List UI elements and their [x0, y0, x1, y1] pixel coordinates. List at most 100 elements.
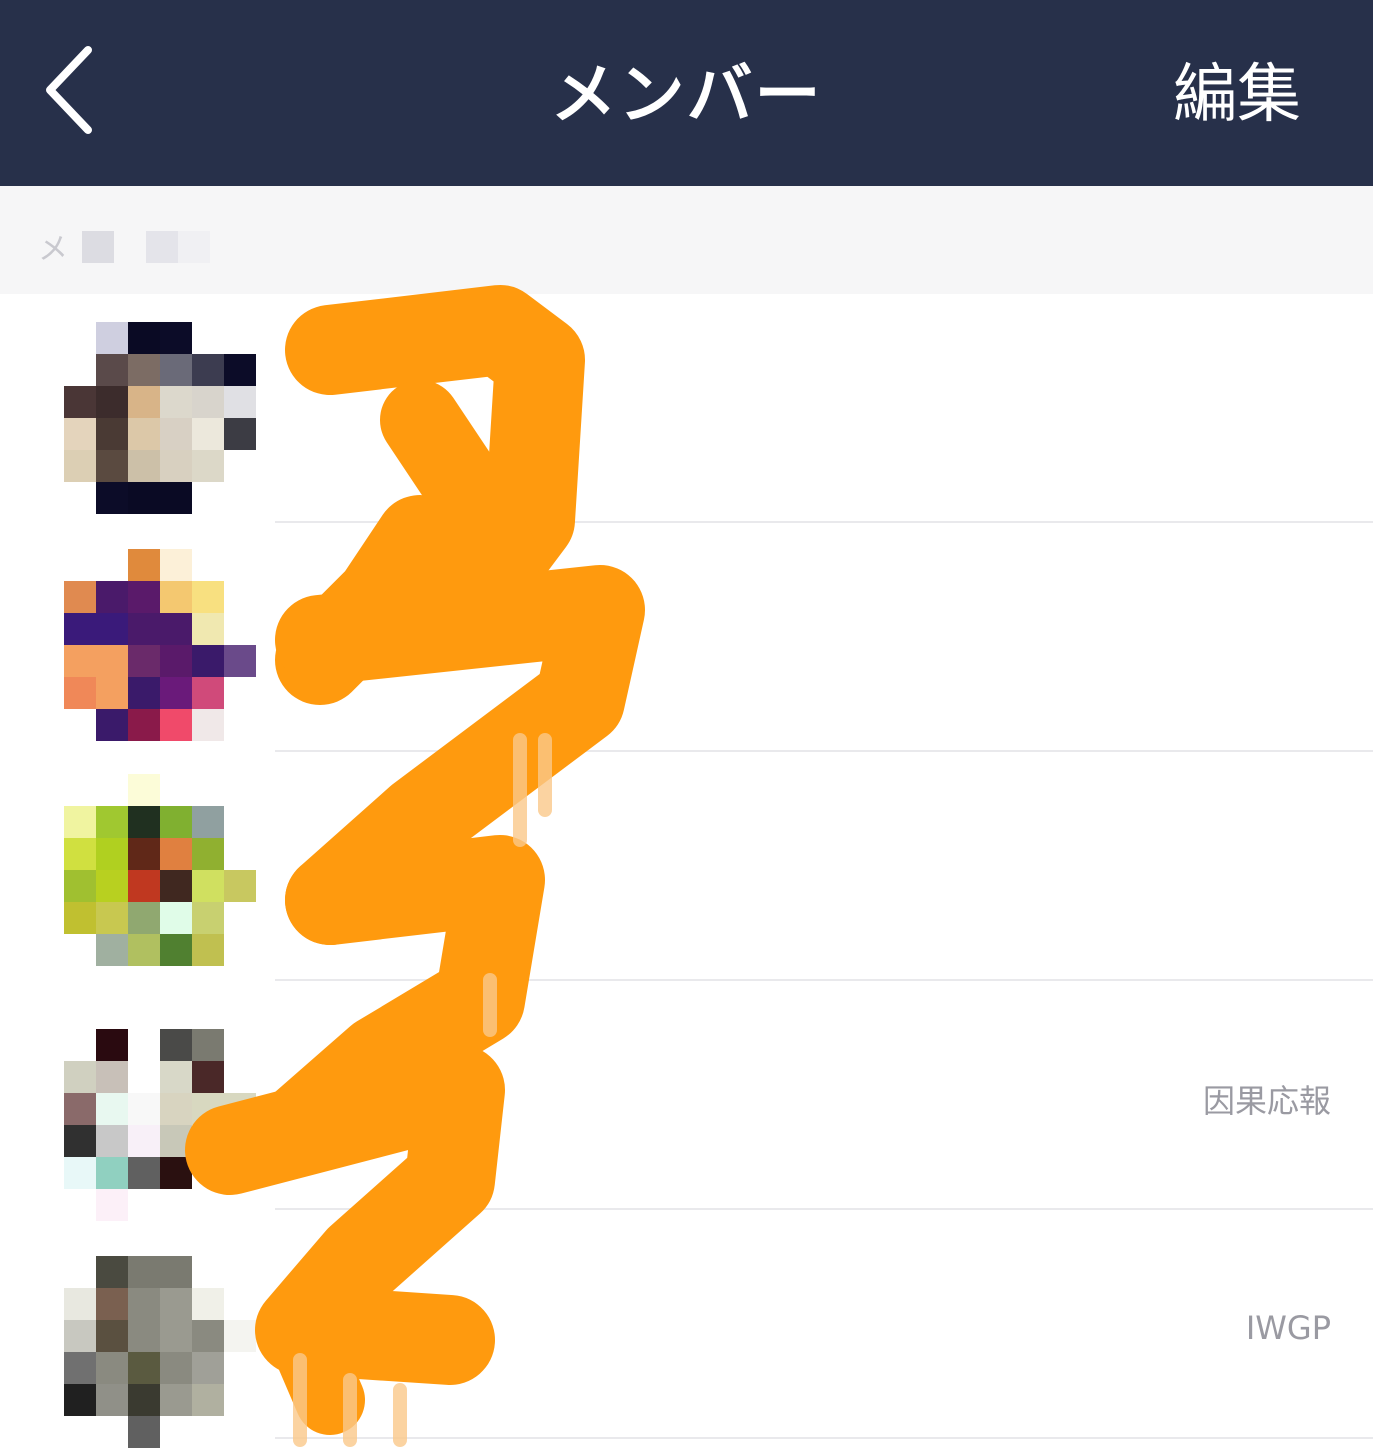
member-name-redacted	[290, 772, 560, 962]
avatar-pixel	[128, 450, 160, 482]
avatar-pixel	[64, 774, 96, 806]
avatar-pixel	[64, 1288, 96, 1320]
avatar-pixel	[128, 1256, 160, 1288]
member-name-redacted	[290, 1001, 560, 1191]
avatar-pixel	[64, 645, 96, 677]
avatar-pixel	[192, 1288, 224, 1320]
avatar-pixel	[192, 774, 224, 806]
avatar-pixel	[160, 418, 192, 450]
avatar-pixel	[160, 482, 192, 514]
avatar-pixel	[96, 450, 128, 482]
avatar-pixel	[224, 354, 256, 386]
status-message: 因果応報	[1202, 1082, 1331, 1120]
avatar-pixel	[64, 1061, 96, 1093]
avatar-pixel	[192, 1416, 224, 1448]
section-label: メ	[38, 224, 210, 271]
avatar-pixel	[160, 1352, 192, 1384]
avatar-pixel	[224, 581, 256, 613]
avatar-pixel	[160, 322, 192, 354]
avatar-pixel	[64, 1320, 96, 1352]
avatar-pixel	[192, 1320, 224, 1352]
avatar-pixel	[128, 902, 160, 934]
avatar-pixel	[96, 1157, 128, 1189]
avatar-pixel	[160, 549, 192, 581]
avatar-pixel	[224, 806, 256, 838]
avatar-pixel	[96, 354, 128, 386]
avatar-pixel	[128, 581, 160, 613]
avatar-pixel	[160, 677, 192, 709]
avatar-pixel	[224, 1061, 256, 1093]
avatar-pixel	[64, 1029, 96, 1061]
avatar-pixel	[64, 806, 96, 838]
avatar-pixel	[192, 581, 224, 613]
avatar-pixel	[160, 1093, 192, 1125]
avatar-pixel	[224, 549, 256, 581]
avatar-pixel	[160, 1384, 192, 1416]
avatar-pixel	[128, 322, 160, 354]
avatar-pixel	[64, 838, 96, 870]
avatar-pixel	[96, 902, 128, 934]
avatar-pixel	[192, 677, 224, 709]
member-row[interactable]	[0, 523, 1373, 752]
avatar-pixel	[160, 645, 192, 677]
avatar-pixel	[64, 322, 96, 354]
avatar-pixel	[96, 1352, 128, 1384]
section-label-mosaic	[81, 230, 210, 271]
status-message: IWGP	[1245, 1309, 1331, 1347]
avatar	[64, 1256, 256, 1448]
avatar-pixel	[128, 806, 160, 838]
avatar-pixel	[128, 1288, 160, 1320]
avatar	[64, 549, 256, 741]
avatar-pixel	[96, 677, 128, 709]
avatar-pixel	[160, 806, 192, 838]
avatar-pixel	[96, 645, 128, 677]
avatar-pixel	[192, 1125, 224, 1157]
member-row[interactable]: IWGP	[0, 1210, 1373, 1448]
avatar-pixel	[224, 902, 256, 934]
avatar-pixel	[160, 1061, 192, 1093]
navigation-bar: メンバー 編集	[0, 0, 1373, 186]
avatar-pixel	[128, 774, 160, 806]
member-row[interactable]	[0, 752, 1373, 981]
avatar-pixel	[64, 677, 96, 709]
avatar-pixel	[192, 1256, 224, 1288]
avatar-pixel	[128, 645, 160, 677]
avatar-pixel	[64, 549, 96, 581]
avatar-pixel	[160, 1125, 192, 1157]
avatar-pixel	[192, 322, 224, 354]
row-divider	[275, 1437, 1373, 1439]
avatar-pixel	[224, 1384, 256, 1416]
avatar-pixel	[96, 934, 128, 966]
avatar-pixel	[128, 709, 160, 741]
avatar-pixel	[128, 1320, 160, 1352]
avatar-pixel	[224, 677, 256, 709]
avatar-pixel	[224, 645, 256, 677]
avatar-pixel	[64, 450, 96, 482]
edit-button[interactable]: 編集	[1173, 50, 1301, 140]
member-row[interactable]: 因果応報	[0, 981, 1373, 1221]
avatar	[64, 322, 256, 514]
avatar-pixel	[128, 1157, 160, 1189]
avatar-pixel	[224, 482, 256, 514]
avatar-pixel	[192, 1352, 224, 1384]
avatar-pixel	[96, 709, 128, 741]
avatar-pixel	[64, 613, 96, 645]
avatar-pixel	[192, 418, 224, 450]
member-row[interactable]	[0, 294, 1373, 523]
avatar-pixel	[224, 613, 256, 645]
avatar-pixel	[96, 482, 128, 514]
avatar-pixel	[64, 870, 96, 902]
avatar-pixel	[224, 1093, 256, 1125]
avatar-pixel	[64, 1093, 96, 1125]
avatar-pixel	[192, 450, 224, 482]
avatar-pixel	[224, 1416, 256, 1448]
avatar-pixel	[64, 482, 96, 514]
avatar-pixel	[96, 806, 128, 838]
avatar-pixel	[160, 870, 192, 902]
avatar-pixel	[96, 1288, 128, 1320]
avatar-pixel	[192, 549, 224, 581]
avatar-pixel	[128, 482, 160, 514]
avatar	[64, 774, 256, 966]
avatar-pixel	[160, 1320, 192, 1352]
avatar-pixel	[160, 613, 192, 645]
